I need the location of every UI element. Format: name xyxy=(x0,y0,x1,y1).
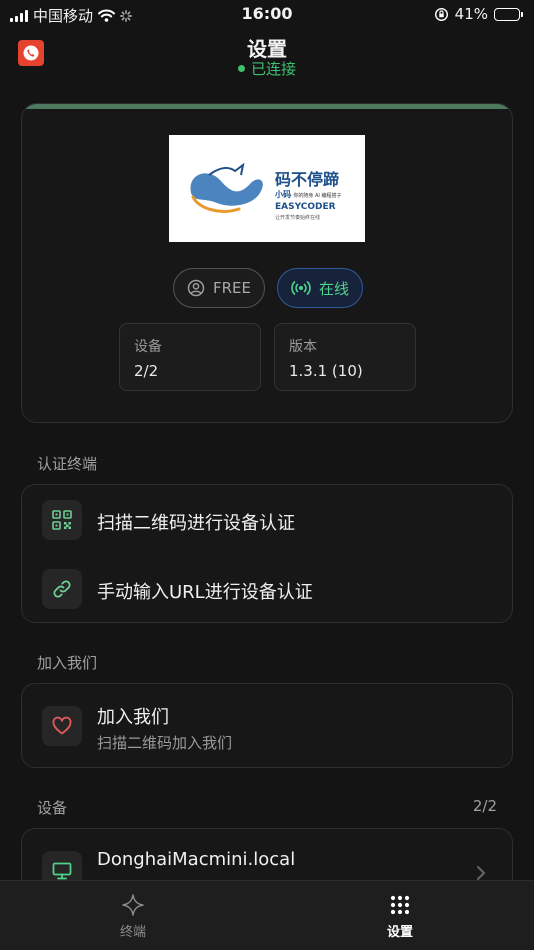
connection-status: 已连接 xyxy=(0,58,534,79)
manual-url-auth-row[interactable]: 手动输入URL进行设备认证 xyxy=(22,555,512,622)
status-dot xyxy=(237,65,245,72)
scan-qr-auth-label: 扫描二维码进行设备认证 xyxy=(97,513,295,534)
heart-icon xyxy=(42,706,82,746)
devices-section-label: 设备 xyxy=(37,799,68,817)
tab-settings-label: 设置 xyxy=(386,925,413,940)
logo-title: 码不停蹄 xyxy=(275,170,339,189)
tab-terminal-label: 终端 xyxy=(119,925,146,940)
user-icon xyxy=(187,279,205,297)
plan-badge: FREE xyxy=(173,268,265,308)
plan-label: FREE xyxy=(212,279,251,297)
device-count-value: 2/2 xyxy=(134,362,159,380)
link-icon xyxy=(42,569,82,609)
qr-code-icon xyxy=(42,500,82,540)
online-label: 在线 xyxy=(318,279,349,298)
tab-terminal[interactable]: 终端 xyxy=(93,893,173,940)
grid-icon xyxy=(390,895,410,915)
tab-bar: 终端 设置 xyxy=(0,880,534,950)
version-value: 1.3.1 (10) xyxy=(289,362,363,380)
sparkle-icon xyxy=(122,894,144,916)
join-us-title: 加入我们 xyxy=(97,707,169,728)
logo-sub1: 小码 xyxy=(274,189,291,199)
auth-section-label: 认证终端 xyxy=(37,455,98,473)
manual-url-auth-label: 手动输入URL进行设备认证 xyxy=(97,582,313,603)
scan-qr-auth-row[interactable]: 扫描二维码进行设备认证 xyxy=(22,485,512,555)
logo-graphic: 码不停蹄 小码 - 你的随身 AI 编程搭子 EASYCODER 让开发节奏始终… xyxy=(190,162,341,221)
brand-logo: 码不停蹄 小码 - 你的随身 AI 编程搭子 EASYCODER 让开发节奏始终… xyxy=(169,135,365,242)
version-box: 版本 1.3.1 (10) xyxy=(274,323,416,391)
devices-count: 2/2 xyxy=(472,797,497,815)
connection-status-text: 已连接 xyxy=(250,60,296,78)
chevron-right-icon xyxy=(477,866,486,880)
broadcast-icon xyxy=(291,281,311,295)
device-count-box: 设备 2/2 xyxy=(119,323,261,391)
join-card[interactable]: 加入我们 扫描二维码加入我们 xyxy=(21,683,513,768)
logo-sub2: - 你的随身 AI 编程搭子 xyxy=(290,192,341,199)
logo-brand: EASYCODER xyxy=(275,202,336,212)
card-accent-bar xyxy=(22,104,512,109)
auth-card: 扫描二维码进行设备认证 手动输入URL进行设备认证 xyxy=(21,484,513,623)
profile-card: 码不停蹄 小码 - 你的随身 AI 编程搭子 EASYCODER 让开发节奏始终… xyxy=(21,103,513,423)
battery-icon xyxy=(494,7,523,21)
status-bar: 中国移动 16:00 41% xyxy=(0,0,534,30)
join-us-subtitle: 扫描二维码加入我们 xyxy=(97,734,233,752)
device-count-label: 设备 xyxy=(134,339,162,355)
orientation-lock-icon xyxy=(434,7,448,21)
status-right: 41% xyxy=(434,5,523,23)
battery-percent: 41% xyxy=(454,5,488,23)
online-badge: 在线 xyxy=(277,268,363,308)
version-label: 版本 xyxy=(289,339,317,355)
device-name: DonghaiMacmini.local xyxy=(97,849,296,870)
logo-tagline: 让开发节奏始终在线 xyxy=(275,214,320,221)
join-section-label: 加入我们 xyxy=(37,654,98,672)
join-us-row[interactable]: 加入我们 扫描二维码加入我们 xyxy=(22,684,512,767)
tab-settings[interactable]: 设置 xyxy=(360,893,440,940)
